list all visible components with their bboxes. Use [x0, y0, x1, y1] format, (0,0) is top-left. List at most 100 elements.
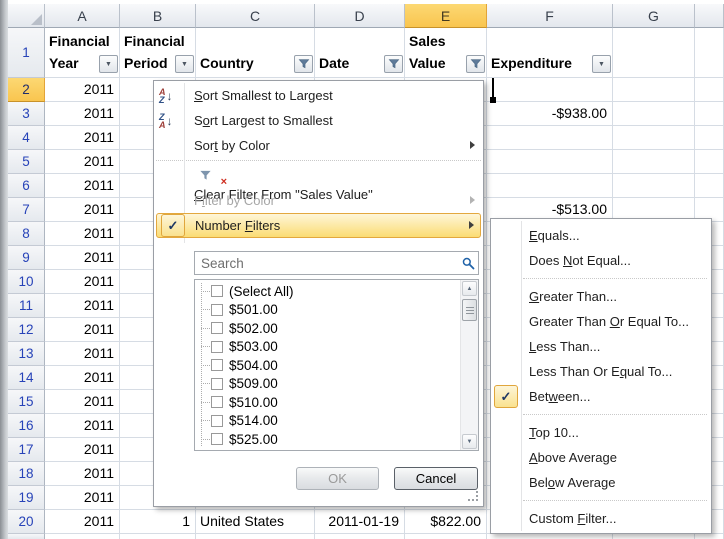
row-header[interactable]: 14: [8, 366, 45, 390]
search-input[interactable]: [195, 256, 458, 271]
scroll-down-button[interactable]: ▼: [462, 434, 477, 449]
row-header[interactable]: 11: [8, 294, 45, 318]
row-header[interactable]: 10: [8, 270, 45, 294]
search-icon[interactable]: [458, 257, 478, 270]
cell-financial-period[interactable]: 1: [120, 510, 196, 534]
cell-financial-year[interactable]: 2011: [45, 390, 120, 414]
value-checkbox-item[interactable]: $502.00: [195, 319, 460, 338]
value-checkbox-item[interactable]: [195, 449, 460, 452]
column-header[interactable]: F: [487, 4, 613, 28]
row-header[interactable]: 12: [8, 318, 45, 342]
cell-financial-year[interactable]: 2011: [45, 510, 120, 534]
top-10-item[interactable]: Top 10...: [491, 420, 711, 445]
cell-expenditure[interactable]: [487, 174, 613, 198]
below-average-item[interactable]: Below Average: [491, 470, 711, 495]
select-all-corner[interactable]: [8, 4, 45, 28]
column-header[interactable]: D: [315, 4, 405, 28]
fill-handle[interactable]: [490, 97, 496, 103]
row-header[interactable]: 16: [8, 414, 45, 438]
cell-g1[interactable]: [613, 28, 695, 78]
filter-applied-button-date[interactable]: [384, 55, 403, 73]
custom-filter-item[interactable]: Custom Filter...: [491, 506, 711, 531]
row-header[interactable]: 19: [8, 486, 45, 510]
field-header-financial-year[interactable]: Financial Year ▼: [45, 28, 120, 78]
cell-financial-year[interactable]: 2011: [45, 102, 120, 126]
row-header[interactable]: 3: [8, 102, 45, 126]
number-filters-item[interactable]: Number Filters: [156, 213, 481, 238]
resize-grip[interactable]: [465, 490, 478, 501]
cell-financial-year[interactable]: 2011: [45, 126, 120, 150]
cell-financial-year[interactable]: 2011: [45, 150, 120, 174]
filter-applied-button-sales-value[interactable]: [466, 55, 485, 73]
cell-country[interactable]: United States: [196, 510, 315, 534]
scroll-thumb[interactable]: [462, 299, 477, 321]
row-header[interactable]: 20: [8, 510, 45, 534]
does-not-equal-item[interactable]: Does Not Equal...: [491, 248, 711, 273]
cell-g[interactable]: [613, 150, 695, 174]
cell-expenditure[interactable]: [487, 78, 613, 102]
field-header-sales-value[interactable]: Sales Value: [405, 28, 487, 78]
sort-smallest-to-largest-item[interactable]: Sort Smallest to Largest: [154, 83, 483, 108]
field-header-country[interactable]: Country: [196, 28, 315, 78]
cell-financial-year[interactable]: 2011: [45, 462, 120, 486]
value-checkbox-item[interactable]: $509.00: [195, 375, 460, 394]
row-header[interactable]: 13: [8, 342, 45, 366]
above-average-item[interactable]: Above Average: [491, 445, 711, 470]
field-header-date[interactable]: Date: [315, 28, 405, 78]
cell-expenditure[interactable]: -$938.00: [487, 102, 613, 126]
equals-item[interactable]: Equals...: [491, 223, 711, 248]
cancel-button[interactable]: Cancel: [394, 467, 478, 490]
less-than-or-equal-item[interactable]: Less Than Or Equal To...: [491, 359, 711, 384]
value-checkbox-item[interactable]: $504.00: [195, 356, 460, 375]
cell-financial-year[interactable]: 2011: [45, 198, 120, 222]
row-header[interactable]: 8: [8, 222, 45, 246]
cell-financial-year[interactable]: 2011: [45, 246, 120, 270]
cell-g[interactable]: [613, 126, 695, 150]
value-checkbox[interactable]: [211, 285, 223, 297]
column-header[interactable]: G: [613, 4, 695, 28]
row-header-1[interactable]: 1: [8, 28, 45, 78]
cell-financial-year[interactable]: 2011: [45, 438, 120, 462]
cell-g[interactable]: [613, 78, 695, 102]
filter-dropdown-button-financial-year[interactable]: ▼: [99, 55, 118, 73]
cell-g[interactable]: [613, 174, 695, 198]
row-header[interactable]: 18: [8, 462, 45, 486]
value-checkbox-item[interactable]: $514.00: [195, 412, 460, 431]
list-scrollbar[interactable]: ▲ ▼: [460, 280, 478, 450]
value-checkbox[interactable]: [211, 396, 223, 408]
cell-financial-year[interactable]: 2011: [45, 174, 120, 198]
filter-dropdown-button-expenditure[interactable]: ▼: [592, 55, 611, 73]
cell-financial-year[interactable]: 2011: [45, 78, 120, 102]
cell-date[interactable]: 2011-01-19: [315, 510, 405, 534]
cell-expenditure[interactable]: [487, 150, 613, 174]
column-header[interactable]: E: [405, 4, 487, 28]
less-than-item[interactable]: Less Than...: [491, 334, 711, 359]
value-checkbox[interactable]: [211, 359, 223, 371]
cell-sales-value[interactable]: $822.00: [405, 510, 487, 534]
value-checkbox[interactable]: [211, 378, 223, 390]
cell-financial-year[interactable]: 2011: [45, 222, 120, 246]
row-header[interactable]: 5: [8, 150, 45, 174]
scroll-up-button[interactable]: ▲: [462, 281, 477, 296]
cell-financial-year[interactable]: 2011: [45, 294, 120, 318]
greater-than-item[interactable]: Greater Than...: [491, 284, 711, 309]
row-header[interactable]: 15: [8, 390, 45, 414]
cell-expenditure[interactable]: [487, 126, 613, 150]
value-checkbox[interactable]: [211, 433, 223, 445]
clear-filter-item[interactable]: × Clear Filter From "Sales Value": [154, 163, 483, 188]
value-checkbox[interactable]: [211, 322, 223, 334]
sort-by-color-item[interactable]: Sort by Color: [154, 133, 483, 158]
cell-financial-year[interactable]: 2011: [45, 414, 120, 438]
sort-largest-to-smallest-item[interactable]: Sort Largest to Smallest: [154, 108, 483, 133]
cell-financial-year[interactable]: 2011: [45, 486, 120, 510]
value-checkbox-item[interactable]: $501.00: [195, 301, 460, 320]
cell-g[interactable]: [613, 102, 695, 126]
cell-financial-year[interactable]: 2011: [45, 342, 120, 366]
value-checkbox[interactable]: [211, 304, 223, 316]
value-checkbox[interactable]: [211, 341, 223, 353]
column-header[interactable]: B: [120, 4, 196, 28]
value-checkbox-item[interactable]: $503.00: [195, 338, 460, 357]
value-checkbox-item[interactable]: (Select All): [195, 282, 460, 301]
row-header[interactable]: 2: [8, 78, 45, 102]
row-header[interactable]: 17: [8, 438, 45, 462]
